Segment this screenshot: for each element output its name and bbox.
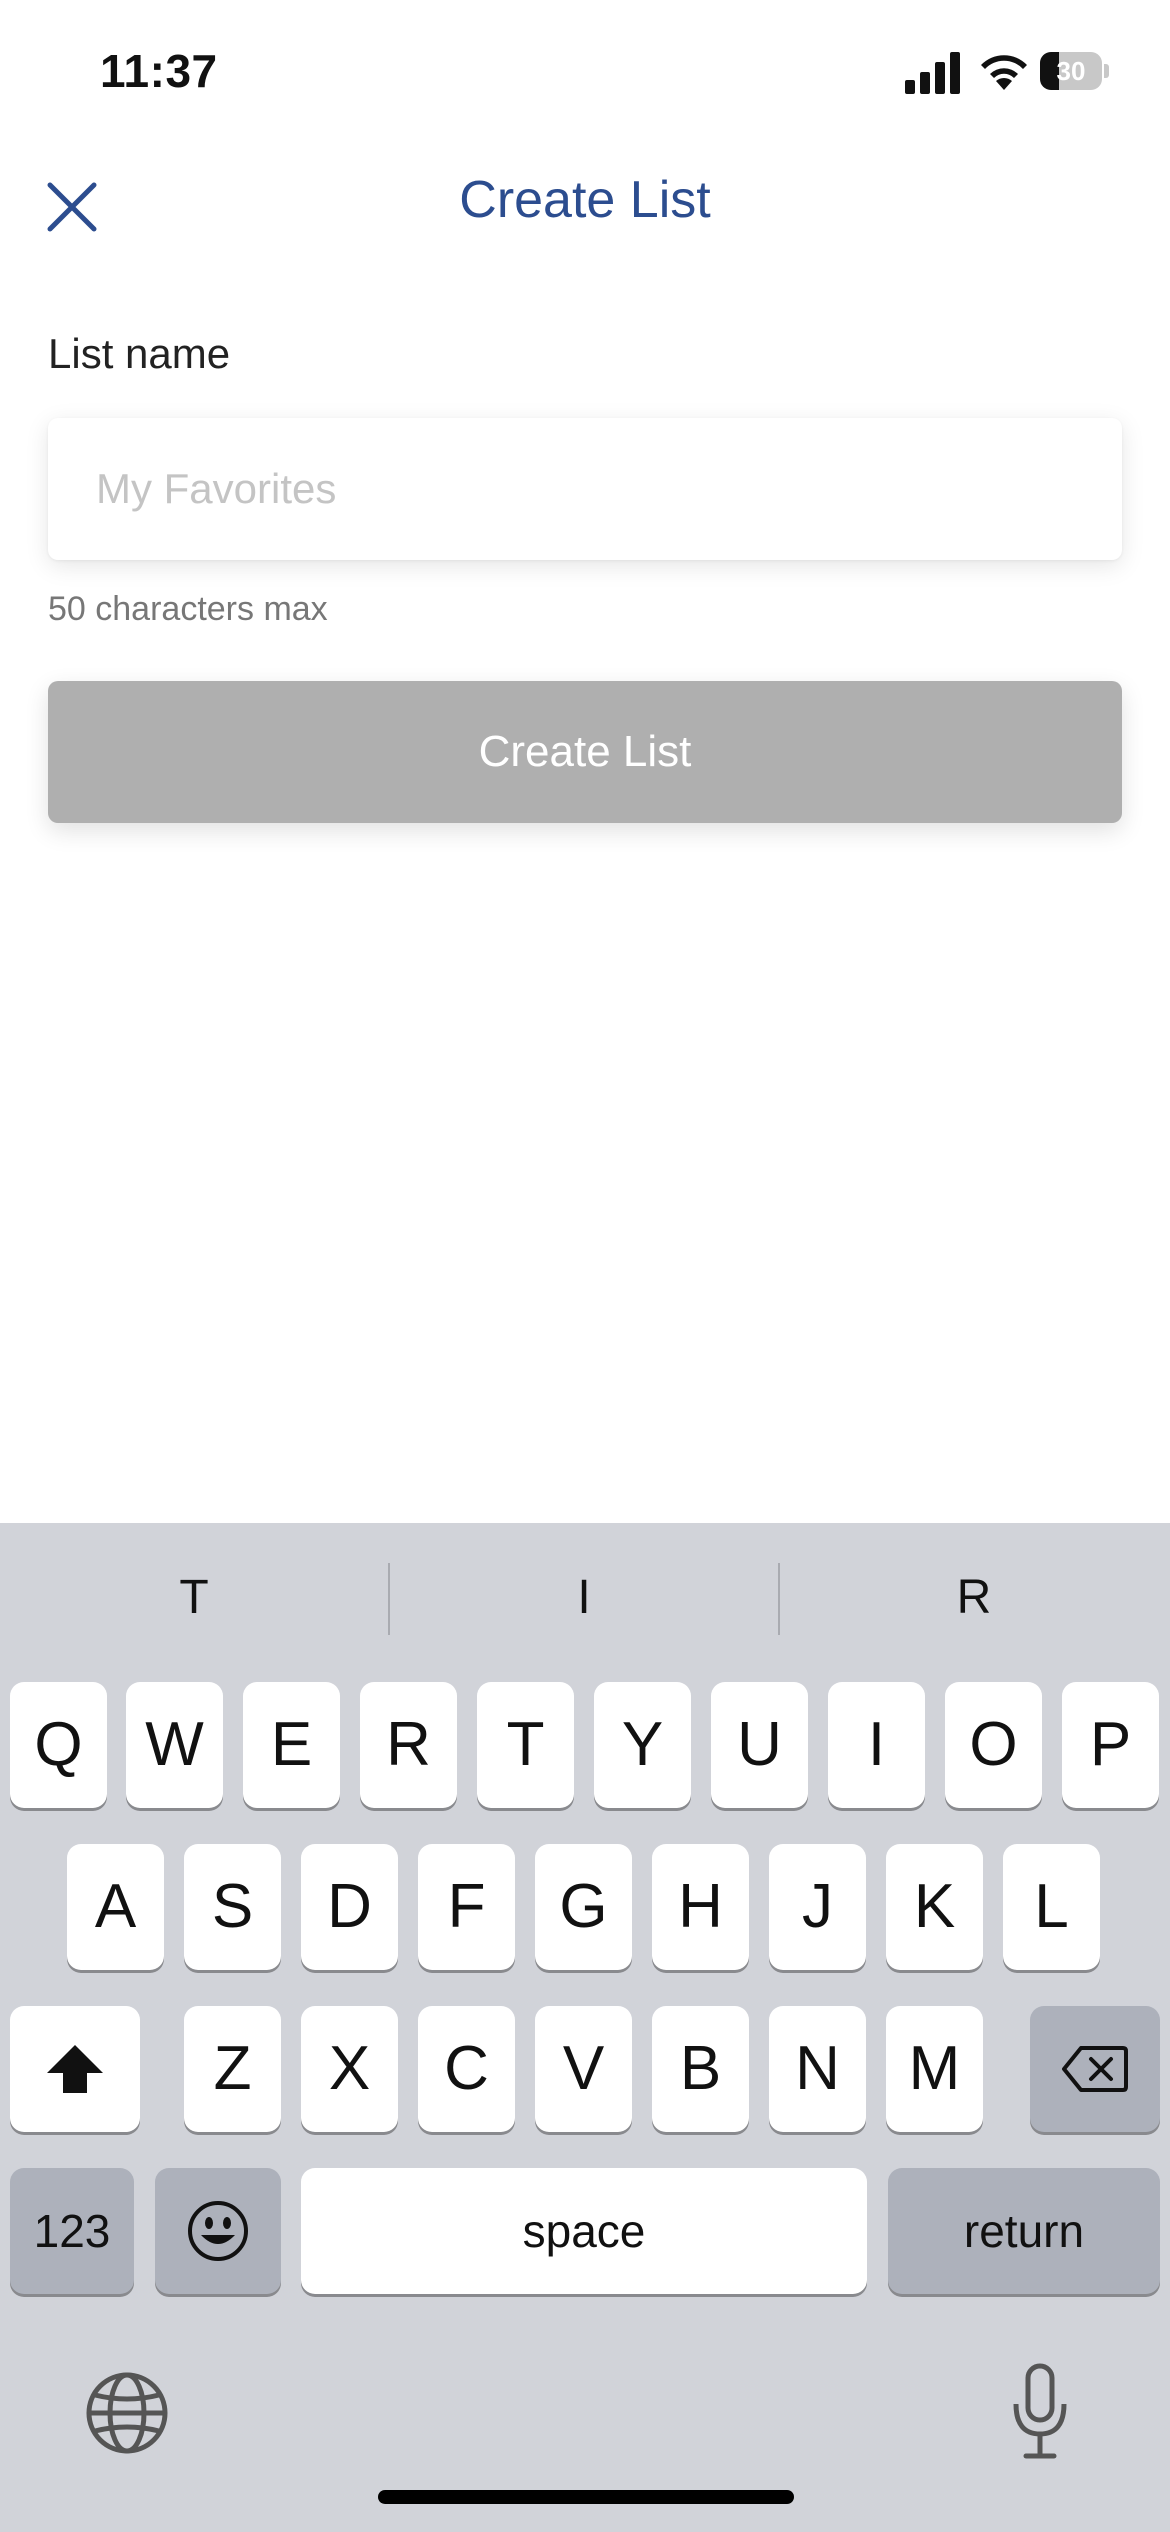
suggestion-bar: T I R <box>0 1523 1170 1673</box>
emoji-key[interactable] <box>155 2168 281 2294</box>
battery-icon: 30 <box>1040 52 1110 90</box>
character-limit-hint: 50 characters max <box>48 590 328 628</box>
list-name-input[interactable] <box>48 418 1122 560</box>
keyboard: T I R Q W E R T Y U I O P A S D F G H J … <box>0 1523 1170 2532</box>
shift-key[interactable] <box>10 2006 140 2132</box>
status-bar: 11:37 30 <box>0 0 1170 140</box>
key-a[interactable]: A <box>67 1844 164 1970</box>
key-x[interactable]: X <box>301 2006 398 2132</box>
key-m[interactable]: M <box>886 2006 983 2132</box>
cellular-signal-icon <box>905 52 960 94</box>
delete-key[interactable] <box>1030 2006 1160 2132</box>
key-n[interactable]: N <box>769 2006 866 2132</box>
globe-icon[interactable] <box>82 2368 172 2458</box>
space-key[interactable]: space <box>301 2168 867 2294</box>
microphone-icon[interactable] <box>1010 2362 1070 2462</box>
key-q[interactable]: Q <box>10 1682 107 1808</box>
shift-icon <box>47 2045 103 2093</box>
wifi-icon <box>981 55 1027 90</box>
key-z[interactable]: Z <box>184 2006 281 2132</box>
key-d[interactable]: D <box>301 1844 398 1970</box>
list-name-label: List name <box>48 330 231 377</box>
page-title: Create List <box>459 171 711 229</box>
emoji-icon <box>188 2201 248 2261</box>
key-t[interactable]: T <box>477 1682 574 1808</box>
suggestion-item[interactable]: R <box>780 1523 1168 1673</box>
key-h[interactable]: H <box>652 1844 749 1970</box>
key-k[interactable]: K <box>886 1844 983 1970</box>
key-p[interactable]: P <box>1062 1682 1159 1808</box>
key-c[interactable]: C <box>418 2006 515 2132</box>
key-i[interactable]: I <box>828 1682 925 1808</box>
key-l[interactable]: L <box>1003 1844 1100 1970</box>
key-w[interactable]: W <box>126 1682 223 1808</box>
battery-percentage: 30 <box>1056 56 1086 86</box>
numbers-key[interactable]: 123 <box>10 2168 134 2294</box>
key-f[interactable]: F <box>418 1844 515 1970</box>
key-e[interactable]: E <box>243 1682 340 1808</box>
return-key[interactable]: return <box>888 2168 1160 2294</box>
key-j[interactable]: J <box>769 1844 866 1970</box>
key-o[interactable]: O <box>945 1682 1042 1808</box>
key-y[interactable]: Y <box>594 1682 691 1808</box>
key-v[interactable]: V <box>535 2006 632 2132</box>
suggestion-item[interactable]: I <box>390 1523 778 1673</box>
suggestion-item[interactable]: T <box>0 1523 388 1673</box>
key-s[interactable]: S <box>184 1844 281 1970</box>
backspace-icon <box>1062 2046 1128 2092</box>
key-r[interactable]: R <box>360 1682 457 1808</box>
home-indicator <box>378 2490 794 2504</box>
create-list-button[interactable]: Create List <box>48 681 1122 823</box>
key-u[interactable]: U <box>711 1682 808 1808</box>
key-b[interactable]: B <box>652 2006 749 2132</box>
key-g[interactable]: G <box>535 1844 632 1970</box>
status-time: 11:37 <box>100 45 218 97</box>
